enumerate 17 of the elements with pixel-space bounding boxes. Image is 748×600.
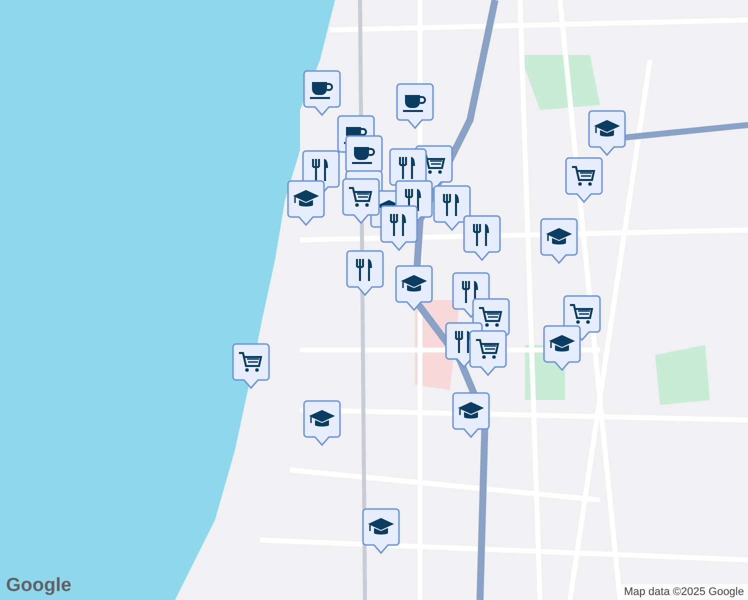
fork-knife-icon <box>356 258 372 282</box>
map-attribution: Map data ©2025 Google <box>620 584 748 600</box>
google-logo: Google <box>6 576 72 595</box>
shopping-cart-icon <box>349 187 372 207</box>
shopping-cart-icon <box>479 307 502 327</box>
fork-knife-icon <box>443 193 459 217</box>
shopping-cart-icon <box>476 339 500 359</box>
fork-knife-icon <box>455 330 471 354</box>
shopping-cart-icon <box>572 166 596 186</box>
fork-knife-icon <box>473 223 489 247</box>
fork-knife-icon <box>312 158 328 182</box>
fork-knife-icon <box>399 156 415 180</box>
shopping-cart-icon <box>239 352 262 372</box>
fork-knife-icon <box>405 188 421 212</box>
fork-knife-icon <box>390 213 406 237</box>
shopping-cart-icon <box>570 304 594 324</box>
fork-knife-icon <box>462 280 478 304</box>
